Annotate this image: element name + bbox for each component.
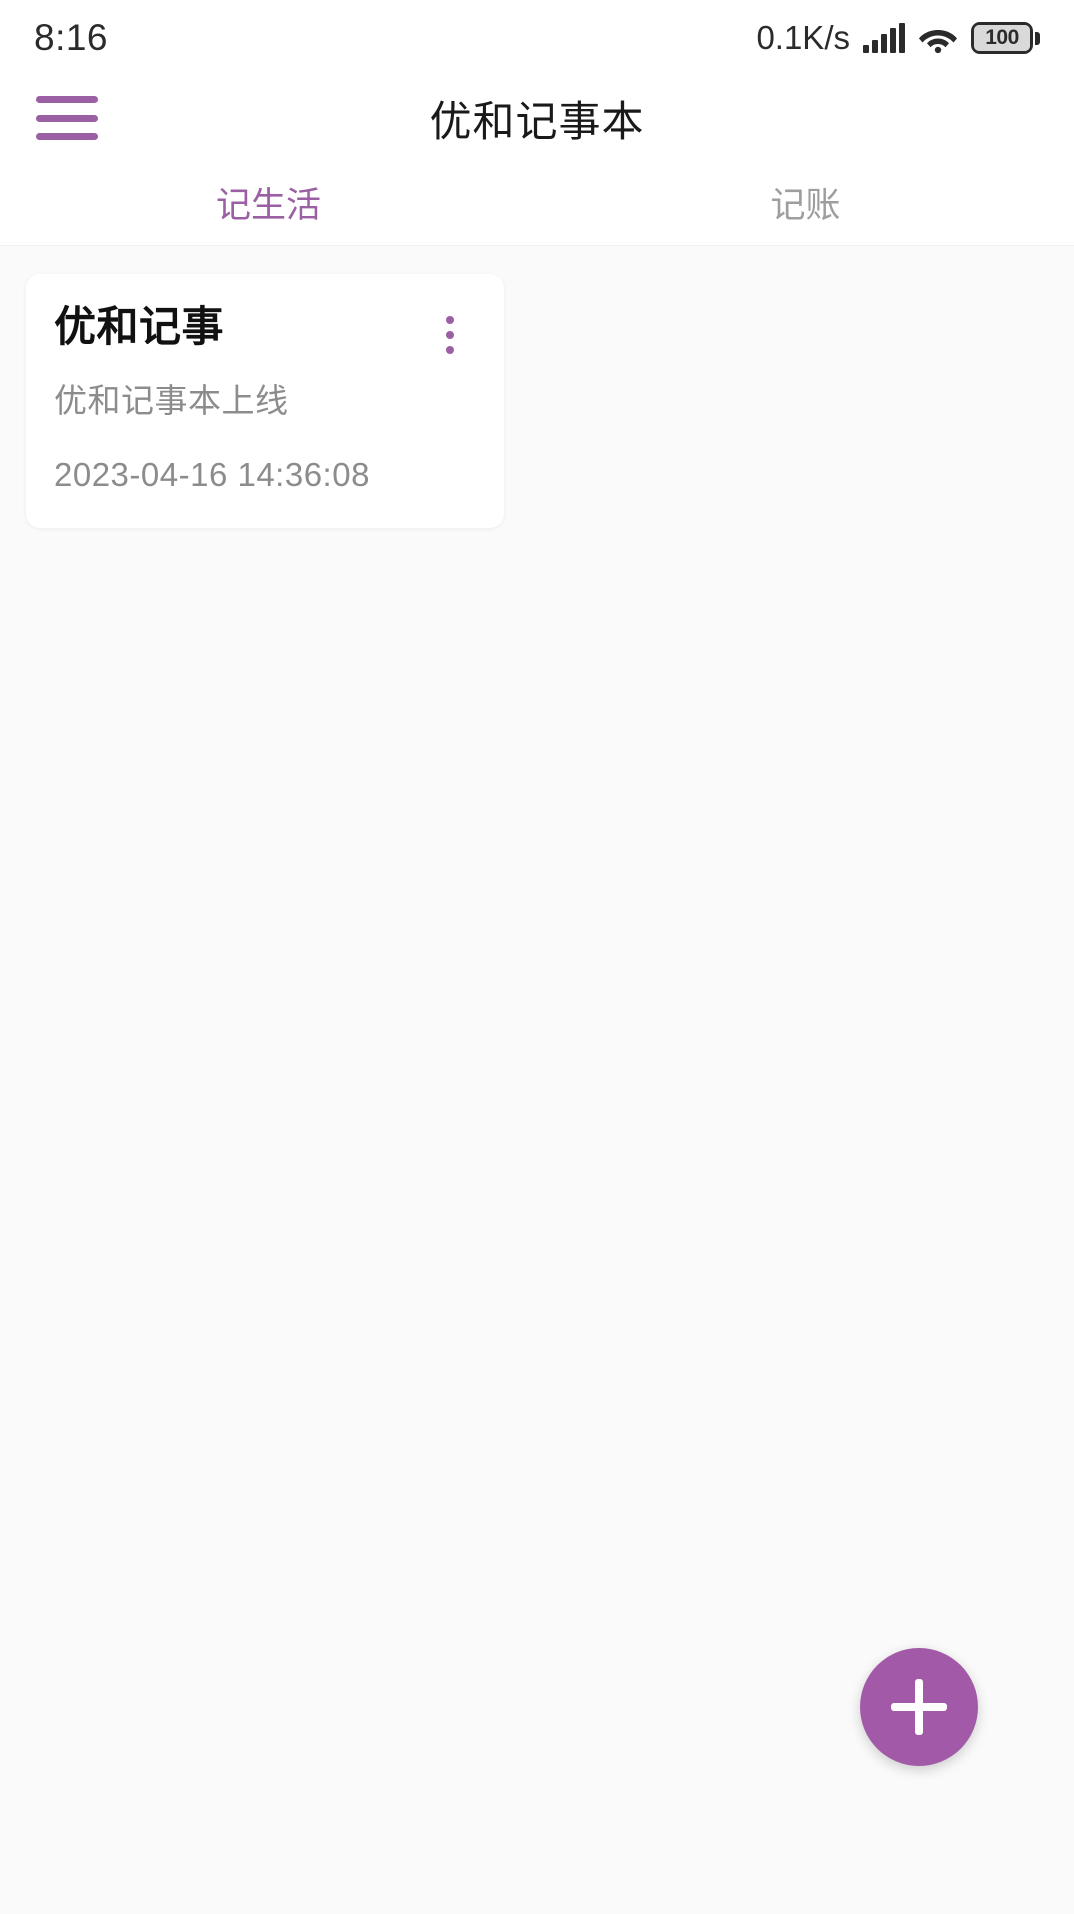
note-card[interactable]: 优和记事 优和记事本上线 2023-04-16 14:36:08 [26,274,504,528]
app-root: 8:16 0.1K/s 100 优和记事本 记生活 记账 优和记事 优和记事本上… [0,0,1074,1914]
more-vertical-icon[interactable] [430,312,470,358]
status-bar-clock: 8:16 [34,17,109,58]
plus-icon [891,1679,947,1735]
notes-list: 优和记事 优和记事本上线 2023-04-16 14:36:08 [0,246,1074,1914]
note-subtitle: 优和记事本上线 [54,382,289,419]
wifi-icon [918,23,958,54]
tab-life-label: 记生活 [215,186,321,225]
hamburger-menu-icon[interactable] [36,96,98,140]
app-bar: 优和记事本 [0,76,1074,160]
network-speed-label: 0.1K/s [756,19,850,56]
tab-life[interactable]: 记生活 [0,160,537,245]
add-note-fab[interactable] [860,1648,978,1766]
note-timestamp: 2023-04-16 14:36:08 [54,456,370,493]
status-bar: 8:16 0.1K/s 100 [0,0,1074,76]
signal-bars-icon [863,23,905,53]
note-card-header: 优和记事 [54,303,476,358]
battery-level-label: 100 [985,26,1019,49]
tab-accounting-label: 记账 [770,186,841,225]
page-title: 优和记事本 [429,97,645,145]
tab-accounting[interactable]: 记账 [537,160,1074,245]
tab-bar: 记生活 记账 [0,160,1074,246]
battery-icon: 100 [971,22,1040,54]
note-title: 优和记事 [54,303,225,350]
status-bar-indicators: 0.1K/s 100 [756,19,1040,57]
